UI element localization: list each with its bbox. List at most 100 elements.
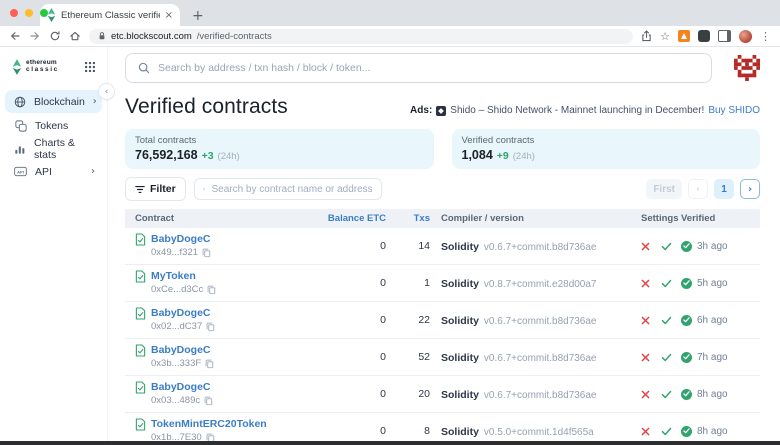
header-balance-sort-link[interactable]: Balance ETC: [316, 213, 386, 224]
sidebar-item-api[interactable]: API API ›: [5, 161, 102, 182]
stat-label: Verified contracts: [462, 135, 751, 146]
contract-name-link[interactable]: TokenMintERC20Token: [151, 418, 267, 431]
compiler-language: Solidity: [441, 241, 479, 253]
ads-banner: Ads: Shido – Shido Network - Mainnet lau…: [410, 105, 760, 119]
sidebar-item-charts-stats[interactable]: Charts & stats: [5, 138, 102, 159]
stat-value: 1,084: [462, 148, 493, 162]
compiler-version: v0.6.7+commit.b8d736ae: [484, 353, 597, 364]
metamask-extension-icon[interactable]: [678, 30, 690, 42]
close-window-button[interactable]: [10, 9, 18, 17]
contract-search-placeholder: Search by contract name or address: [211, 184, 372, 195]
verified-time: 3h ago: [697, 241, 728, 252]
copy-icon[interactable]: [204, 396, 213, 406]
settings-cross-icon: [641, 353, 650, 362]
compiler-version: v0.6.7+commit.b8d736ae: [484, 242, 597, 253]
header-contract: Contract: [135, 213, 316, 224]
contract-name-link[interactable]: BabyDogeC: [151, 344, 211, 357]
browser-profile-avatar[interactable]: [739, 30, 752, 43]
etc-logo[interactable]: ethereum classic: [12, 59, 59, 75]
sidebar-item-tokens[interactable]: Tokens: [5, 115, 102, 136]
settings-check-icon: [661, 279, 672, 288]
contract-name-link[interactable]: BabyDogeC: [151, 307, 211, 320]
stat-card-total-contracts: Total contracts 76,592,168 +3 (24h): [125, 129, 434, 169]
pagination-prev-button[interactable]: ‹: [688, 179, 708, 199]
reload-icon[interactable]: [49, 30, 61, 42]
forward-icon[interactable]: [29, 30, 41, 42]
back-icon[interactable]: [9, 30, 21, 42]
filter-button[interactable]: Filter: [125, 177, 186, 201]
address-bar[interactable]: etc.blockscout.com/verified-contracts: [89, 29, 633, 44]
verified-contract-icon: [135, 381, 146, 394]
url-host: etc.blockscout.com: [111, 31, 192, 42]
extension-icon[interactable]: [698, 30, 710, 42]
settings-check-icon: [661, 390, 672, 399]
filter-label: Filter: [150, 183, 176, 195]
svg-text:API: API: [17, 169, 24, 174]
side-panel-icon[interactable]: [718, 30, 731, 42]
stat-delta: +3: [202, 150, 214, 162]
stat-label: Total contracts: [135, 135, 424, 146]
apps-grid-icon[interactable]: [85, 62, 95, 72]
txs-value: 20: [386, 388, 430, 400]
zoom-window-button[interactable]: [40, 9, 48, 17]
settings-check-icon: [661, 316, 672, 325]
contract-name-link[interactable]: BabyDogeC: [151, 381, 211, 394]
global-search-input[interactable]: Search by address / txn hash / block / t…: [125, 53, 712, 83]
balance-value: 0: [316, 388, 386, 400]
sidebar-nav: Blockchain › Tokens Charts & stats: [0, 90, 107, 182]
pagination-current-page[interactable]: 1: [714, 179, 734, 199]
home-icon[interactable]: [69, 30, 81, 42]
bar-chart-icon: [14, 143, 26, 155]
chevron-right-icon: ›: [93, 96, 97, 107]
new-tab-button[interactable]: +: [192, 9, 204, 23]
sidebar-item-label: Charts & stats: [34, 137, 95, 161]
verified-contract-icon: [135, 233, 146, 246]
tab-close-icon[interactable]: ×: [165, 10, 173, 21]
tokens-icon: [14, 120, 27, 132]
browser-tab[interactable]: Ethereum Classic verified con ×: [40, 4, 180, 26]
compiler-language: Solidity: [441, 426, 479, 438]
pagination-first-button[interactable]: First: [646, 179, 682, 199]
txs-value: 8: [386, 425, 430, 437]
table-row: BabyDogeC 0x49...f321 0 14 Solidityv0.6.…: [125, 228, 760, 265]
browser-menu-icon[interactable]: ⋮: [760, 30, 771, 43]
copy-icon[interactable]: [202, 248, 211, 258]
share-icon[interactable]: [641, 30, 652, 42]
compiler-language: Solidity: [441, 278, 479, 290]
ads-link[interactable]: Buy SHIDO: [708, 105, 760, 116]
header-settings: Settings: [630, 213, 678, 224]
verified-contract-icon: [135, 344, 146, 357]
sidebar-collapse-button[interactable]: ‹: [98, 83, 115, 100]
contract-address: 0x49...f321: [151, 247, 198, 259]
copy-icon[interactable]: [206, 322, 215, 332]
filter-icon: [135, 185, 145, 194]
copy-icon[interactable]: [205, 359, 214, 369]
header-txs-sort-link[interactable]: Txs: [386, 213, 430, 224]
minimize-window-button[interactable]: [25, 9, 33, 17]
copy-icon[interactable]: [207, 285, 216, 295]
tab-title: Ethereum Classic verified con: [61, 10, 160, 21]
search-icon: [203, 184, 206, 194]
verified-time: 6h ago: [697, 315, 728, 326]
browser-toolbar: etc.blockscout.com/verified-contracts ☆ …: [0, 26, 780, 47]
balance-value: 0: [316, 240, 386, 252]
contract-name-link[interactable]: BabyDogeC: [151, 233, 211, 246]
globe-icon: [14, 96, 26, 108]
api-icon: API: [14, 166, 27, 177]
sidebar-item-label: Blockchain: [34, 96, 85, 108]
page-title: Verified contracts: [125, 95, 288, 119]
table-row: MyToken 0xCe...d3Cc 0 1 Solidityv0.8.7+c…: [125, 265, 760, 302]
chevron-right-icon: ›: [91, 166, 95, 177]
bookmark-star-icon[interactable]: ☆: [660, 31, 670, 42]
verified-badge-icon: [681, 278, 692, 289]
header-compiler: Compiler / version: [430, 213, 630, 224]
contract-search-input[interactable]: Search by contract name or address: [194, 178, 382, 200]
settings-check-icon: [661, 427, 672, 436]
profile-identicon[interactable]: [734, 55, 760, 81]
contract-name-link[interactable]: MyToken: [151, 270, 196, 283]
blockscout-app: ethereum classic ‹: [0, 47, 780, 445]
pagination-next-button[interactable]: ›: [740, 179, 760, 199]
pagination: First ‹ 1 ›: [646, 179, 760, 199]
settings-cross-icon: [641, 316, 650, 325]
sidebar-item-blockchain[interactable]: Blockchain ›: [5, 90, 102, 113]
